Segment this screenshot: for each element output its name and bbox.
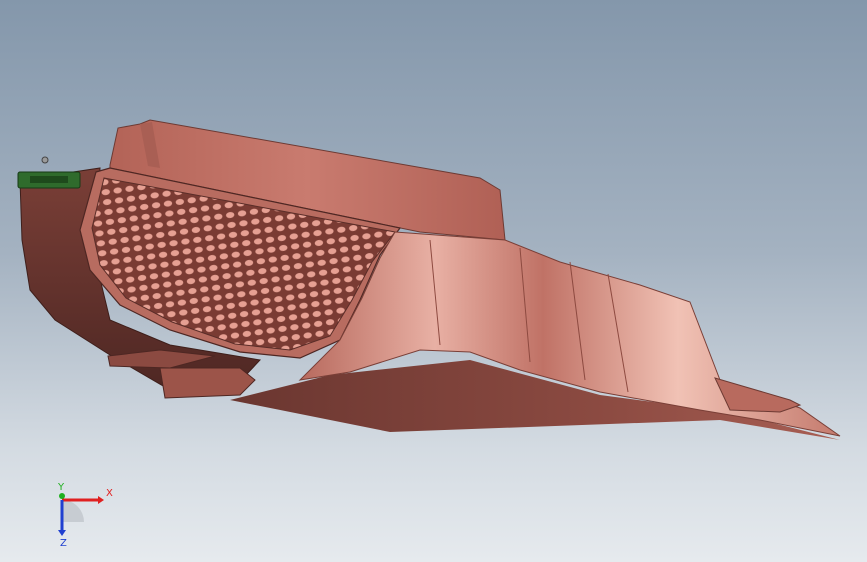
y-axis-label: Y <box>57 482 65 493</box>
part-model[interactable] <box>0 0 867 562</box>
cad-viewport[interactable]: X Y Z <box>0 0 867 562</box>
clip-pin <box>41 156 49 164</box>
z-axis-label: Z <box>60 538 67 548</box>
orientation-triad: X Y Z <box>57 482 113 548</box>
mounting-clip-slot <box>30 176 68 183</box>
x-arrow-icon <box>98 496 104 504</box>
z-arrow-icon <box>58 530 66 536</box>
lower-bracket <box>159 367 256 399</box>
y-axis-icon <box>59 493 65 499</box>
x-axis-label: X <box>106 488 113 499</box>
